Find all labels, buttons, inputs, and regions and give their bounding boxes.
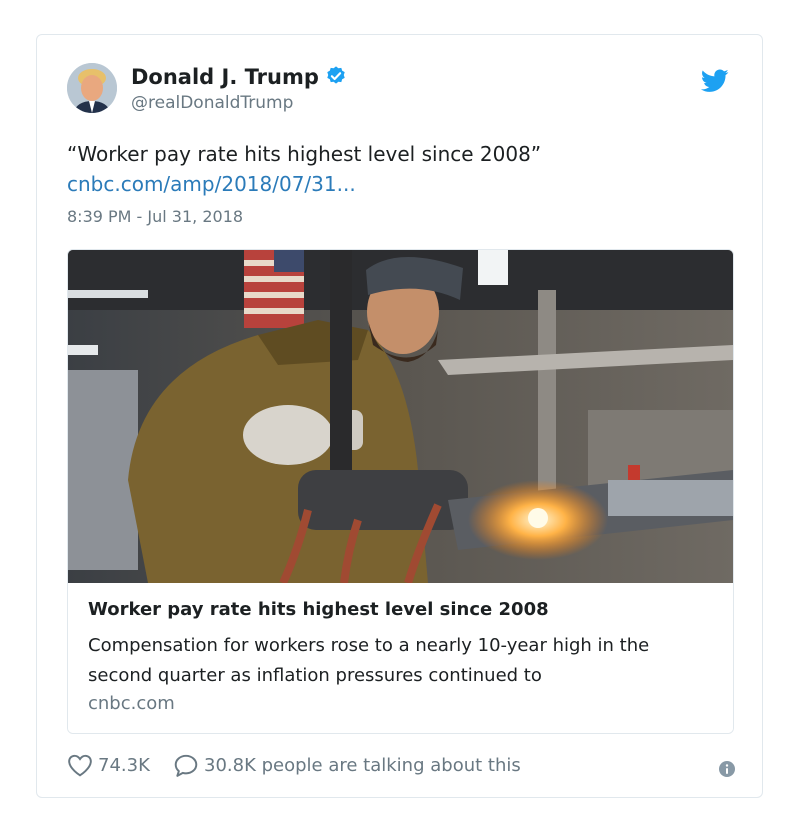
author-handle[interactable]: @realDonaldTrump [131,93,293,113]
tweet-header: Donald J. Trump @realDonaldTrump [67,63,729,115]
tweet-link[interactable]: cnbc.com/amp/2018/07/31... [67,169,727,199]
card-description: Compensation for workers rose to a nearl… [88,635,650,686]
link-preview-text[interactable]: Worker pay rate hits highest level since… [68,583,733,733]
author-name-row[interactable]: Donald J. Trump [131,65,347,92]
embedded-tweet-card[interactable]: Donald J. Trump @realDonaldTrump “Worker… [36,34,763,798]
like-action[interactable]: 74.3K [67,753,150,777]
tweet-text: “Worker pay rate hits highest level sinc… [67,139,727,199]
talking-count: 30.8K people are talking about this [204,754,521,776]
twitter-bird-icon[interactable] [700,69,729,97]
like-count: 74.3K [98,754,150,776]
card-title[interactable]: Worker pay rate hits highest level since… [88,599,549,620]
verified-badge-icon [325,65,347,92]
card-domain: cnbc.com [88,693,175,714]
tweet-actions: 74.3K 30.8K people are talking about thi… [67,753,735,783]
link-preview-card[interactable]: Worker pay rate hits highest level since… [67,249,734,734]
article-photo[interactable] [68,250,733,583]
heart-icon [68,754,92,777]
tweet-timestamp[interactable]: 8:39 PM - Jul 31, 2018 [67,207,243,226]
reply-action[interactable]: 30.8K people are talking about this [173,753,521,777]
avatar-image [67,63,117,113]
author-avatar[interactable] [67,63,117,113]
author-name[interactable]: Donald J. Trump [131,65,319,89]
speech-bubble-icon [174,754,198,777]
tweet-quote: “Worker pay rate hits highest level sinc… [67,142,542,166]
info-icon[interactable] [719,761,735,782]
